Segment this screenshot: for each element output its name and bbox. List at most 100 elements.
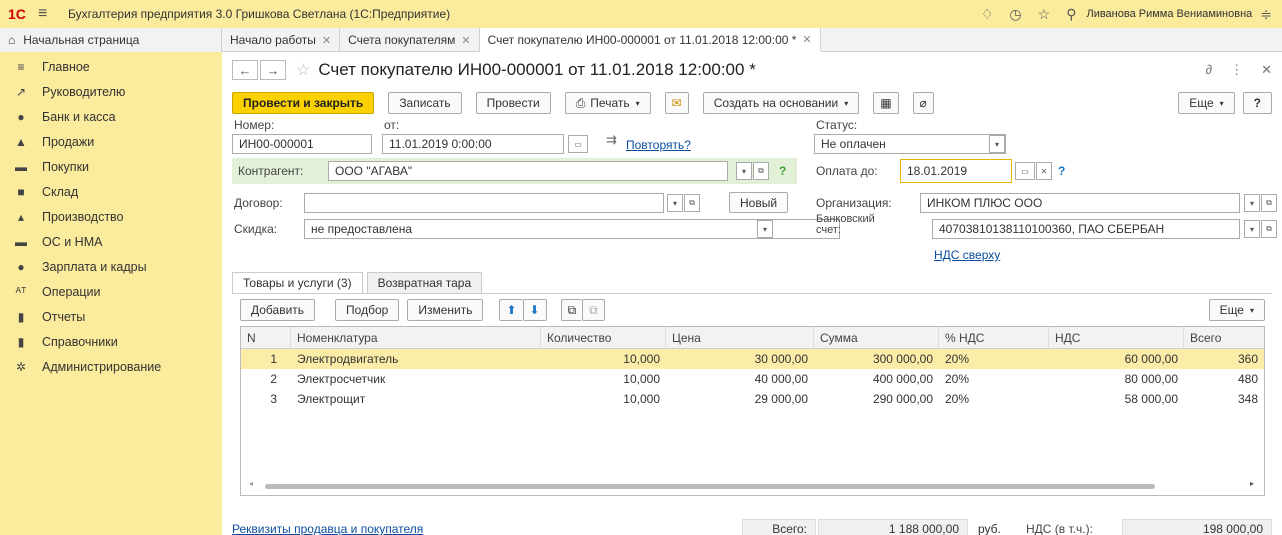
counterparty-open-button[interactable]: ⧉ (753, 162, 769, 180)
help-icon[interactable]: ? (1058, 164, 1065, 178)
sidebar-item-main[interactable]: ≡ Главное (0, 54, 222, 79)
column-header[interactable]: Всего (1184, 327, 1264, 349)
calendar-button[interactable]: ▭ (1015, 162, 1035, 180)
number-label: Номер: (234, 118, 275, 132)
favorite-star-icon[interactable]: ☆ (296, 60, 310, 80)
contract-field[interactable] (304, 193, 664, 213)
column-header[interactable]: Количество (541, 327, 666, 349)
save-button[interactable]: Записать (388, 92, 462, 114)
settings-icon[interactable]: ≑ (1260, 6, 1272, 23)
forward-button[interactable]: → (260, 60, 286, 80)
org-open-button[interactable]: ⧉ (1261, 194, 1277, 212)
chevron-down-icon: ▾ (1219, 98, 1224, 108)
structure-button[interactable]: ▦ (873, 92, 899, 114)
column-header[interactable]: НДС (1049, 327, 1184, 349)
close-icon[interactable]: ✕ (1261, 62, 1272, 78)
sidebar-item-salary[interactable]: ● Зарплата и кадры (0, 254, 222, 279)
vat-on-top-link[interactable]: НДС сверху (934, 248, 1000, 262)
column-header[interactable]: Номенклатура (291, 327, 541, 349)
tab-home[interactable]: ⌂ Начальная страница (0, 28, 222, 52)
sidebar-item-assets[interactable]: ▬ ОС и НМА (0, 229, 222, 254)
post-and-close-button[interactable]: Провести и закрыть (232, 92, 375, 114)
requisites-link[interactable]: Реквизиты продавца и покупателя (232, 522, 423, 535)
sidebar-item-sales[interactable]: ▲ Продажи (0, 129, 222, 154)
post-button[interactable]: Провести (475, 92, 551, 114)
tab-returnable-packaging[interactable]: Возвратная тара (366, 272, 483, 294)
close-icon[interactable]: ✕ (461, 34, 470, 47)
user-name[interactable]: Ливанова Римма Вениаминовна (1086, 8, 1252, 20)
close-icon[interactable]: ✕ (322, 34, 331, 47)
column-header[interactable]: N (241, 327, 291, 349)
cell: 348 (1237, 392, 1258, 406)
email-button[interactable]: ✉ (664, 92, 689, 114)
create-based-button[interactable]: Создать на основании ▾ (702, 92, 860, 114)
more-vertical-icon[interactable]: ⋮ (1230, 62, 1243, 78)
clear-button[interactable]: ✕ (1036, 162, 1052, 180)
date-field[interactable]: 11.01.2019 0:00:00 (382, 134, 564, 154)
column-header[interactable]: Сумма (814, 327, 939, 349)
tab-start[interactable]: Начало работы ✕ (222, 28, 341, 52)
column-header[interactable]: Цена (666, 327, 814, 349)
favorites-icon[interactable]: ☆ (1038, 6, 1051, 23)
counterparty-dropdown-button[interactable]: ▾ (736, 162, 752, 180)
tab-goods-services[interactable]: Товары и услуги (3) (232, 272, 363, 294)
sidebar-item-bank[interactable]: ● Банк и касса (0, 104, 222, 129)
sidebar-item-admin[interactable]: ✲ Администрирование (0, 354, 222, 379)
help-icon[interactable]: ? (779, 164, 786, 178)
more-button[interactable]: Еще ▾ (1178, 92, 1235, 114)
add-row-button[interactable]: Добавить (240, 299, 316, 321)
table-row[interactable]: 3 Электрощит 10,000 29 000,00 290 000,00… (241, 389, 1264, 409)
table-more-button[interactable]: Еще ▾ (1208, 299, 1265, 321)
discount-dropdown-button[interactable]: ▾ (757, 220, 773, 238)
table-row[interactable]: 2 Электросчетчик 10,000 40 000,00 400 00… (241, 369, 1264, 389)
column-header[interactable]: % НДС (939, 327, 1049, 349)
main-menu-icon[interactable]: ≡ (38, 5, 58, 23)
repeat-link[interactable]: Повторять? (626, 138, 691, 152)
more-label: Еще (1219, 303, 1244, 317)
tab-invoices-list[interactable]: Счета покупателям ✕ (340, 28, 480, 52)
sidebar-item-manager[interactable]: ↗ Руководителю (0, 79, 222, 104)
paste-rows-button[interactable]: ⧉ (582, 299, 605, 321)
bank-open-button[interactable]: ⧉ (1261, 220, 1277, 238)
counterparty-field[interactable]: ООО "АГАВА" (328, 161, 728, 181)
copy-rows-button[interactable]: ⧉ (560, 299, 583, 321)
new-contract-button[interactable]: Новый (729, 192, 789, 213)
back-button[interactable]: ← (232, 60, 258, 80)
form-toolbar: Провести и закрыть Записать Провести ⎙ Пе… (232, 92, 1272, 114)
help-button[interactable]: ? (1242, 92, 1272, 114)
bell-icon[interactable]: ♢ (981, 6, 994, 23)
sidebar-item-reports[interactable]: ▮ Отчеты (0, 304, 222, 329)
attach-button[interactable]: ⌀ (912, 92, 934, 114)
move-up-button[interactable]: ⬆ (499, 299, 523, 321)
bank-dropdown-button[interactable]: ▾ (1244, 220, 1260, 238)
number-field[interactable]: ИН00-000001 (232, 134, 372, 154)
org-dropdown-button[interactable]: ▾ (1244, 194, 1260, 212)
contract-open-button[interactable]: ⧉ (684, 194, 700, 212)
status-select[interactable]: Не оплачен (814, 134, 1006, 154)
pick-button[interactable]: Подбор (335, 299, 400, 321)
close-icon[interactable]: ✕ (802, 33, 811, 46)
horizontal-scrollbar[interactable]: ◂ ▸ (249, 479, 1254, 489)
scrollbar-thumb[interactable] (265, 484, 1155, 489)
pay-until-field[interactable]: 18.01.2019 (900, 159, 1012, 183)
sidebar-item-operations[interactable]: ᴬᵀ Операции (0, 279, 222, 304)
sidebar-item-purchases[interactable]: ▬ Покупки (0, 154, 222, 179)
calendar-button[interactable]: ▭ (568, 135, 588, 153)
print-button[interactable]: ⎙ Печать ▾ (564, 92, 651, 114)
scroll-right-icon[interactable]: ▸ (1250, 479, 1254, 488)
change-button[interactable]: Изменить (407, 299, 484, 321)
sidebar-item-production[interactable]: ▴ Производство (0, 204, 222, 229)
sidebar-item-catalogs[interactable]: ▮ Справочники (0, 329, 222, 354)
status-dropdown-button[interactable]: ▾ (989, 135, 1005, 153)
tab-invoice[interactable]: Счет покупателю ИН00-000001 от 11.01.201… (479, 28, 821, 52)
bank-account-field[interactable]: 40703810138110100360, ПАО СБЕРБАН (932, 219, 1240, 239)
contract-dropdown-button[interactable]: ▾ (667, 194, 683, 212)
search-icon[interactable]: ⚲ (1066, 6, 1076, 23)
history-icon[interactable]: ◷ (1009, 6, 1021, 23)
link-icon[interactable]: ∂ (1206, 62, 1212, 78)
table-row[interactable]: 1 Электродвигатель 10,000 30 000,00 300 … (241, 349, 1264, 369)
move-down-button[interactable]: ⬇ (522, 299, 547, 321)
sidebar-item-warehouse[interactable]: ■ Склад (0, 179, 222, 204)
org-field[interactable]: ИНКОМ ПЛЮС ООО (920, 193, 1240, 213)
scroll-left-icon[interactable]: ◂ (249, 479, 253, 488)
